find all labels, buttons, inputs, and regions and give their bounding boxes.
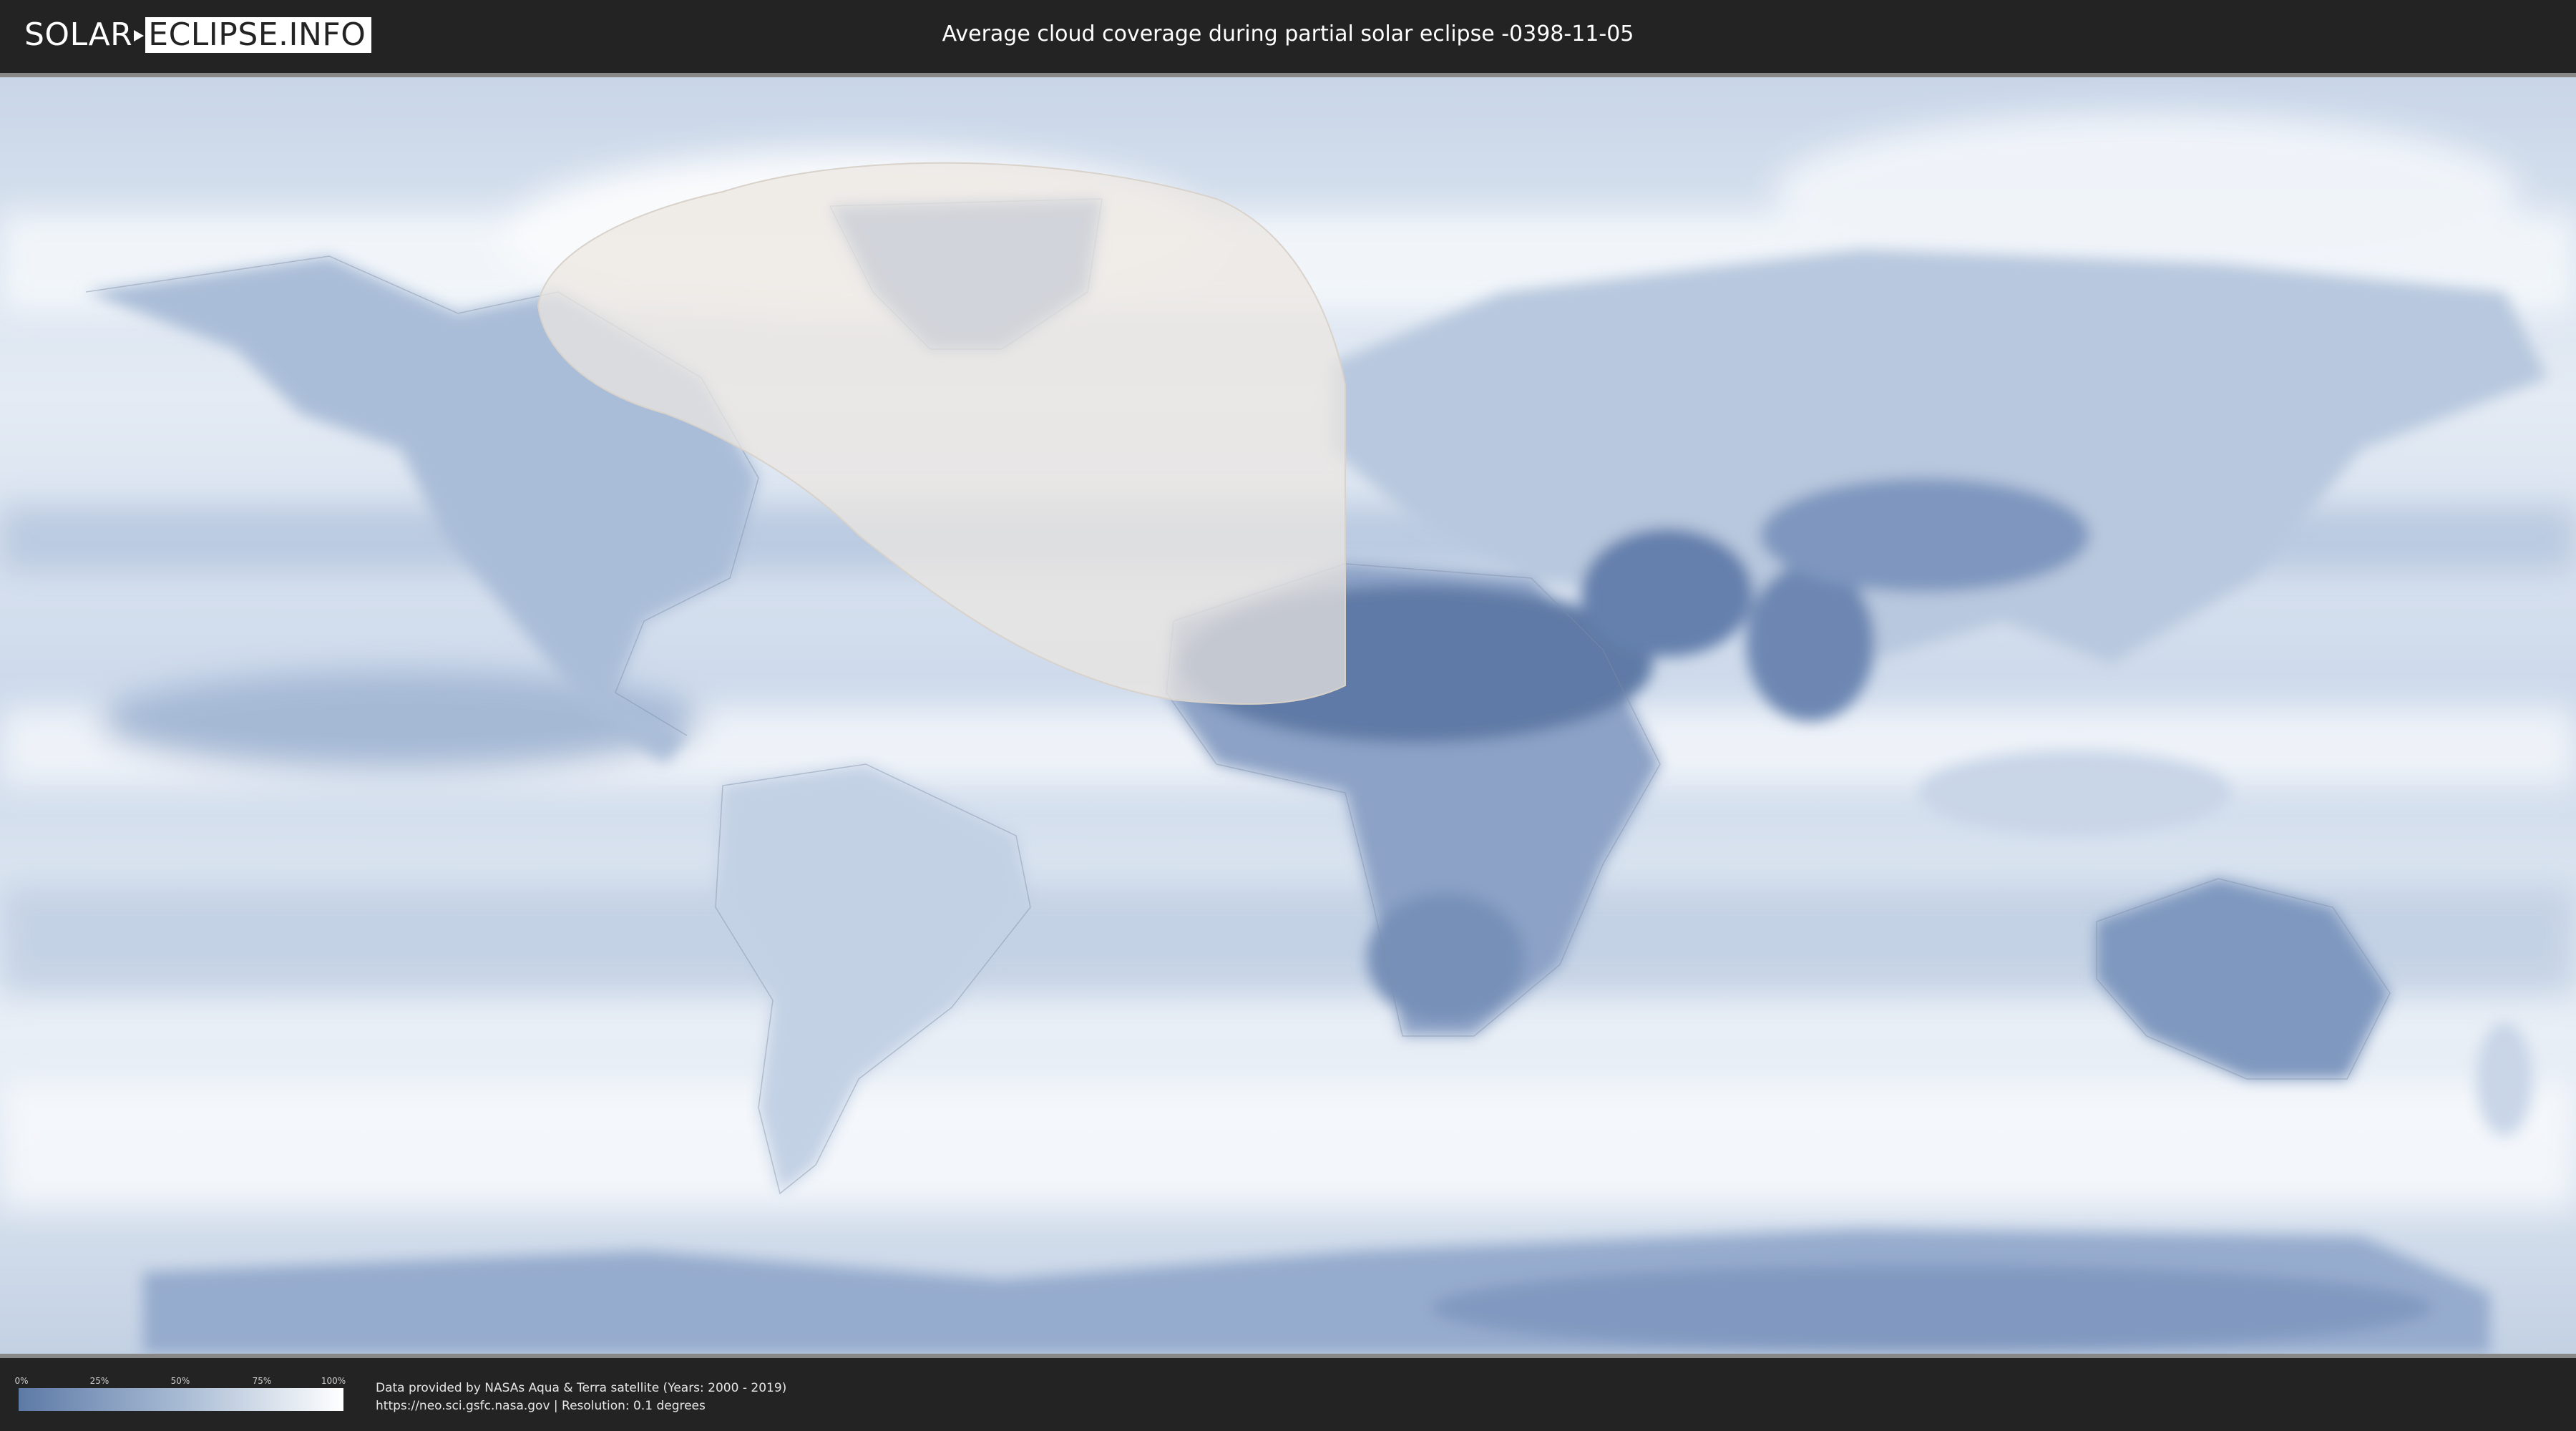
legend-tick-0: 0%	[14, 1376, 29, 1386]
header-bar: SOLAR ECLIPSE.INFO Average cloud coverag…	[0, 0, 2576, 72]
footer-bar: 0% 25% 50% 75% 100% Data provided by NAS…	[0, 1358, 2576, 1431]
cloud-coverage-map[interactable]	[0, 73, 2576, 1358]
legend-tick-25: 25%	[89, 1376, 109, 1386]
legend-color-bar	[19, 1388, 343, 1411]
page-title: Average cloud coverage during partial so…	[942, 21, 1634, 47]
legend-tick-100: 100%	[321, 1376, 346, 1386]
legend-ticks: 0% 25% 50% 75% 100%	[14, 1375, 346, 1388]
credits-link[interactable]: https://neo.sci.gsfc.nasa.gov | Resoluti…	[376, 1397, 786, 1415]
cloud-coverage-legend: 0% 25% 50% 75% 100%	[14, 1375, 346, 1411]
world-map-canvas	[0, 77, 2576, 1354]
legend-tick-50: 50%	[170, 1376, 190, 1386]
credits-source: Data provided by NASAs Aqua & Terra sate…	[376, 1381, 787, 1395]
legend-tick-75: 75%	[252, 1376, 272, 1386]
data-credits: Data provided by NASAs Aqua & Terra sate…	[376, 1379, 786, 1415]
